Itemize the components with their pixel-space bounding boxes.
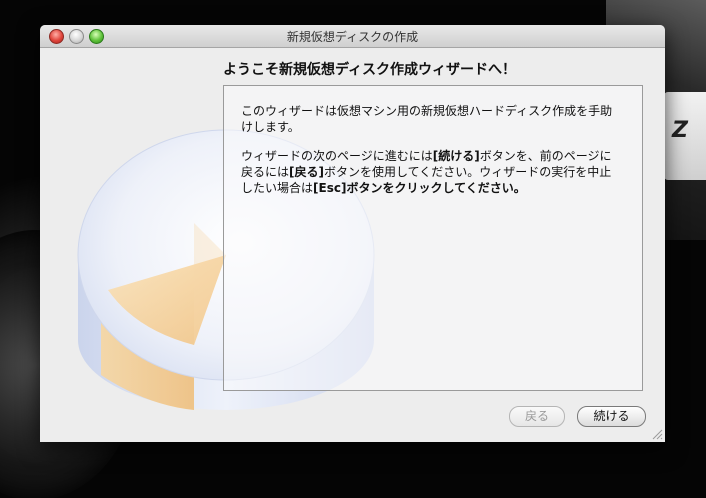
para2-text-a: ウィザードの次のページに進むには (241, 149, 433, 163)
back-button[interactable]: 戻る (509, 406, 565, 427)
description-paragraph-1: このウィザードは仮想マシン用の新規仮想ハードディスク作成を手助けします。 (241, 104, 613, 134)
para2-esc-ref: [Esc]ボタンをクリックしてください。 (313, 181, 526, 195)
resize-grip-icon[interactable] (651, 428, 663, 440)
wizard-heading: ようこそ新規仮想ディスク作成ウィザードへ！ (223, 62, 517, 78)
continue-button[interactable]: 続ける (577, 406, 646, 427)
para2-continue-ref: [続ける] (432, 149, 480, 163)
window-title: 新規仮想ディスクの作成 (286, 30, 419, 44)
description-paragraph-2: ウィザードの次のページに進むには[続ける]ボタンを、前のページに戻るには[戻る]… (241, 148, 621, 196)
description-panel: このウィザードは仮想マシン用の新規仮想ハードディスク作成を手助けします。 ウィザ… (223, 85, 643, 391)
wallpaper-plate-text: Z (672, 118, 688, 143)
wizard-window: 新規仮想ディスクの作成 ようこそ新規仮想ディスク作成ウィザードへ！ このウィザー… (40, 25, 665, 442)
titlebar[interactable]: 新規仮想ディスクの作成 (40, 25, 665, 48)
para2-back-ref: [戻る] (289, 165, 324, 179)
